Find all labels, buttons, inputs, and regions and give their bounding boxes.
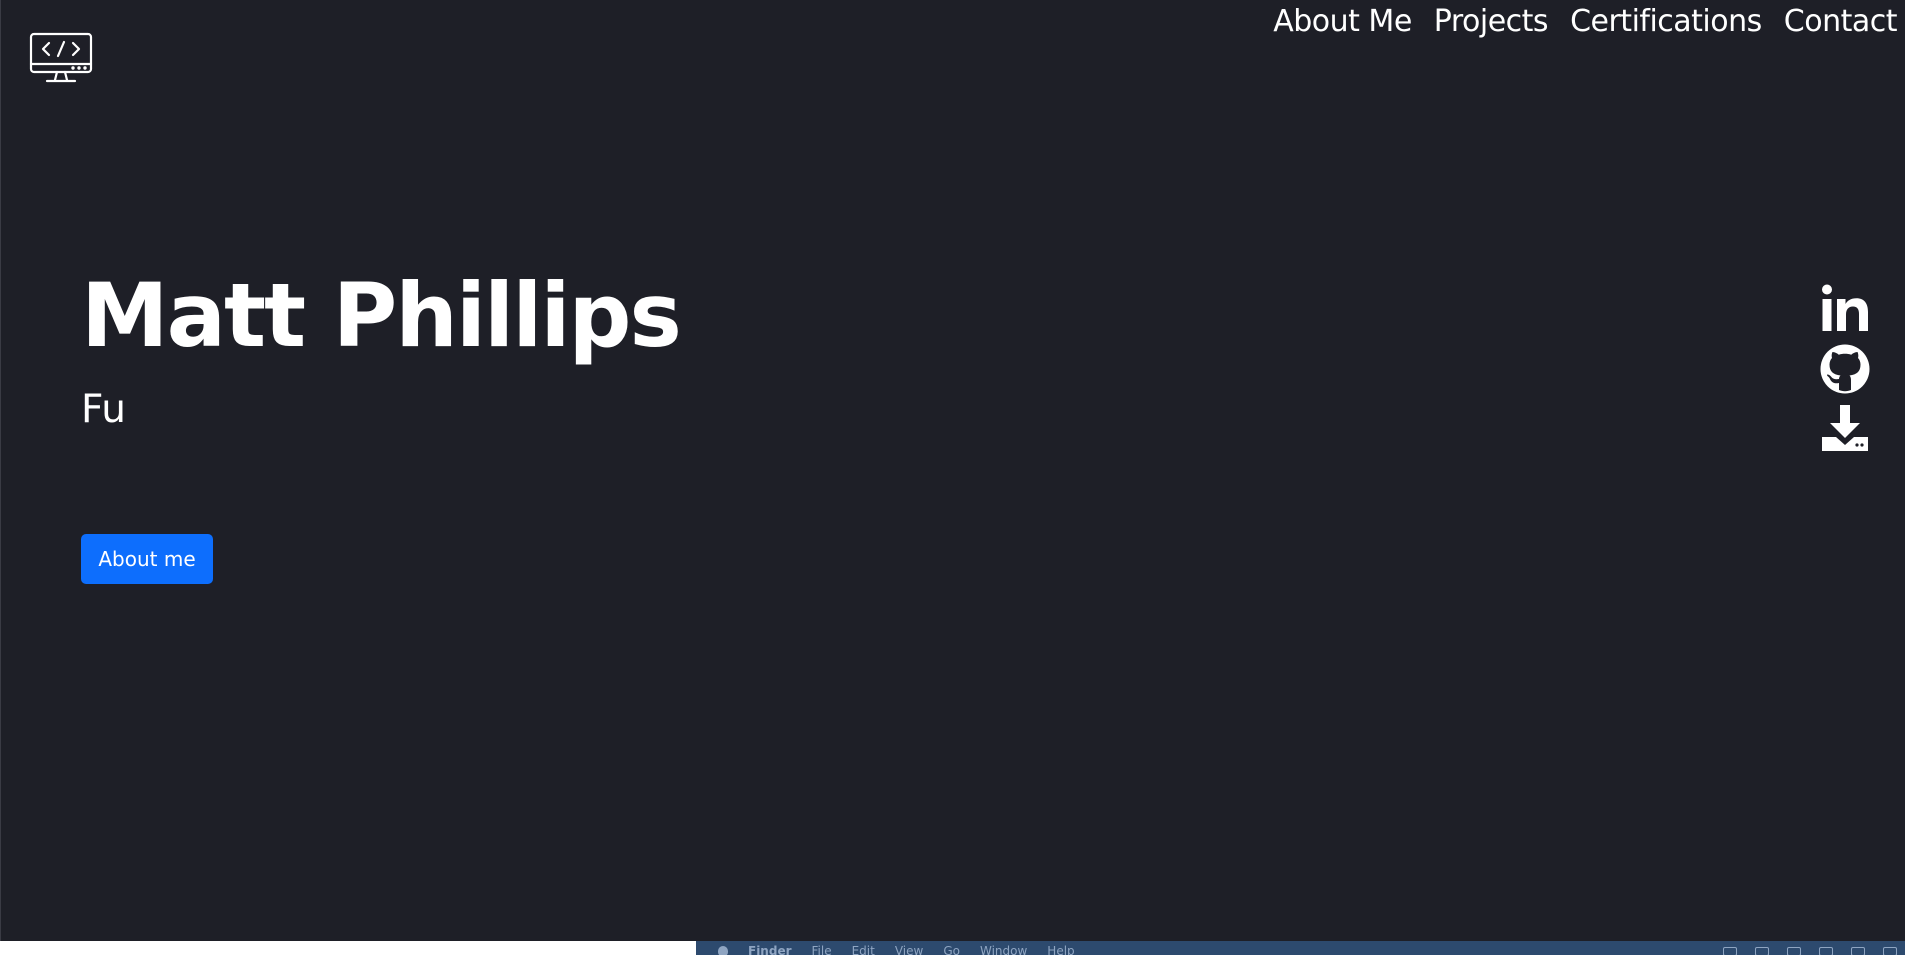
hero-typed-subtitle: Fu	[81, 387, 127, 432]
menubar-app-name[interactable]: Finder	[748, 945, 792, 955]
wifi-icon[interactable]	[1883, 946, 1897, 955]
menubar-window[interactable]: Window	[980, 945, 1027, 955]
github-icon[interactable]	[1819, 343, 1871, 395]
nav-certifications[interactable]: Certifications	[1570, 4, 1762, 39]
nav-contact[interactable]: Contact	[1784, 4, 1898, 39]
social-links	[1819, 283, 1871, 455]
menubar-help[interactable]: Help	[1047, 945, 1074, 955]
monitor-code-icon	[29, 32, 93, 83]
menubar-status-icons	[1723, 946, 1905, 955]
apple-icon[interactable]	[718, 945, 728, 955]
menubar-go[interactable]: Go	[943, 945, 960, 955]
system-menubar: Finder File Edit View Go Window Help	[696, 941, 1905, 955]
main-nav: About Me Projects Certifications Contact	[1273, 0, 1897, 42]
linkedin-icon[interactable]	[1819, 283, 1871, 335]
volume-icon[interactable]	[1755, 946, 1769, 955]
menubar-view[interactable]: View	[895, 945, 923, 955]
battery-icon[interactable]	[1851, 946, 1865, 955]
browser-viewport: About Me Projects Certifications Contact…	[0, 0, 1905, 941]
menubar-file[interactable]: File	[812, 945, 832, 955]
nav-about-me[interactable]: About Me	[1273, 4, 1412, 39]
nav-projects[interactable]: Projects	[1434, 4, 1549, 39]
menubar-edit[interactable]: Edit	[852, 945, 875, 955]
bluetooth-icon[interactable]	[1787, 946, 1801, 955]
hero-name: Matt Phillips	[81, 264, 682, 367]
logo[interactable]	[29, 32, 93, 84]
display-icon[interactable]	[1723, 946, 1737, 955]
download-icon[interactable]	[1819, 403, 1871, 455]
about-me-button[interactable]: About me	[81, 534, 213, 584]
keyboard-icon[interactable]	[1819, 946, 1833, 955]
